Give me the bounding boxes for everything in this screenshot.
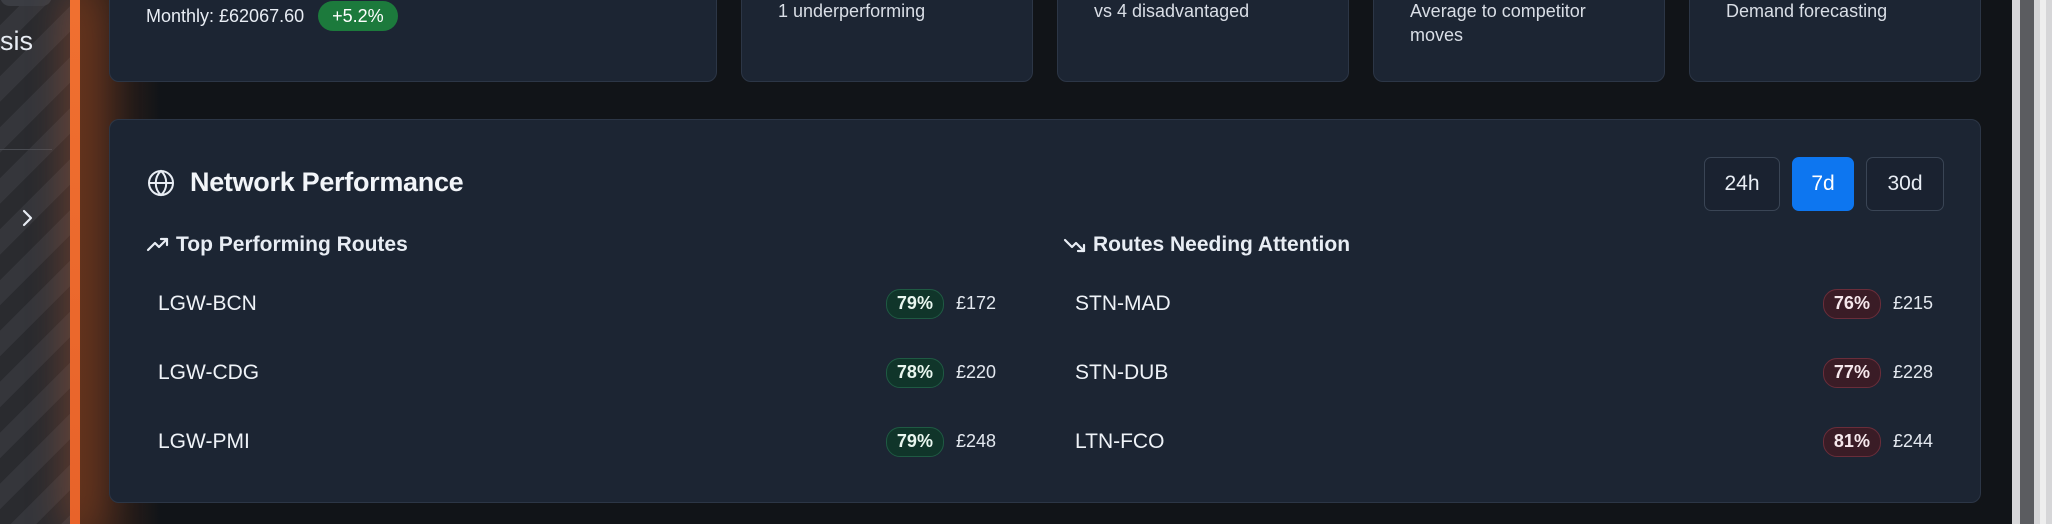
route-code: LGW-BCN	[158, 291, 257, 315]
accent-bar	[70, 0, 80, 524]
panel-header: Network Performance	[146, 167, 464, 198]
route-code: STN-MAD	[1075, 291, 1171, 315]
load-factor-badge: 78%	[885, 357, 944, 388]
load-factor-badge: 81%	[1822, 426, 1881, 457]
section-title: Top Performing Routes	[176, 233, 408, 256]
revenue-summary-card: Monthly: £62067.60 +5.2%	[109, 0, 717, 82]
range-24h-button[interactable]: 24h	[1704, 157, 1780, 211]
range-30d-button[interactable]: 30d	[1866, 157, 1944, 211]
summary-card-routes: 1 underperforming	[741, 0, 1033, 82]
sidebar: sis	[0, 0, 70, 524]
route-price: £172	[955, 293, 996, 313]
route-row[interactable]: LGW-CDG 78% £220	[146, 338, 1008, 407]
monthly-revenue: Monthly: £62067.60	[146, 5, 305, 26]
sidebar-item-label[interactable]: sis	[0, 26, 33, 57]
route-price: £228	[1892, 362, 1933, 382]
app-root: sis Monthly: £62067.60 +5.2% 1 underperf…	[0, 0, 2052, 524]
load-factor-badge: 76%	[1822, 288, 1881, 319]
globe-icon	[146, 168, 176, 198]
top-routes-header: Top Performing Routes	[146, 233, 408, 257]
route-code: LGW-CDG	[158, 360, 260, 384]
route-metrics: 81% £244	[1822, 426, 1933, 457]
summary-card-text: 1 underperforming	[778, 1, 926, 21]
route-metrics: 78% £220	[885, 357, 996, 388]
route-row[interactable]: LGW-BCN 79% £172	[146, 269, 1008, 338]
load-factor-badge: 79%	[885, 288, 944, 319]
route-price: £220	[955, 362, 996, 382]
chevron-right-icon[interactable]	[18, 206, 38, 230]
route-price: £244	[1892, 431, 1933, 451]
summary-card-text: vs 4 disadvantaged	[1094, 1, 1250, 21]
route-metrics: 76% £215	[1822, 288, 1933, 319]
trending-up-icon	[146, 235, 170, 255]
route-row[interactable]: LTN-FCO 81% £244	[1063, 407, 1945, 476]
route-price: £215	[1892, 293, 1933, 313]
route-row[interactable]: STN-DUB 77% £228	[1063, 338, 1945, 407]
section-title: Routes Needing Attention	[1093, 233, 1351, 256]
range-7d-button[interactable]: 7d	[1792, 157, 1854, 211]
load-factor-badge: 77%	[1822, 357, 1881, 388]
load-factor-badge: 79%	[885, 426, 944, 457]
route-metrics: 79% £172	[885, 288, 996, 319]
sidebar-active-item[interactable]	[0, 0, 52, 6]
scrollbar-track[interactable]	[2020, 0, 2034, 524]
attention-routes-header: Routes Needing Attention	[1063, 233, 1350, 257]
network-performance-panel: Network Performance 24h 7d 30d Top Perfo…	[109, 119, 1981, 503]
route-price: £248	[955, 431, 996, 451]
route-metrics: 77% £228	[1822, 357, 1933, 388]
route-code: LGW-PMI	[158, 429, 250, 453]
route-code: STN-DUB	[1075, 360, 1169, 384]
summary-card-competitive: vs 4 disadvantaged	[1057, 0, 1349, 82]
summary-card-competitor-moves: Average to competitor moves	[1373, 0, 1665, 82]
attention-routes-list: STN-MAD 76% £215 STN-DUB 77% £228 LTN-FC…	[1063, 269, 1945, 476]
summary-card-demand: Demand forecasting	[1689, 0, 1981, 82]
top-routes-list: LGW-BCN 79% £172 LGW-CDG 78% £220 LGW-PM…	[146, 269, 1008, 476]
route-code: LTN-FCO	[1075, 429, 1165, 453]
route-metrics: 79% £248	[885, 426, 996, 457]
summary-card-text: Average to competitor moves	[1410, 1, 1586, 45]
route-row[interactable]: LGW-PMI 79% £248	[146, 407, 1008, 476]
page-title: Network Performance	[190, 167, 464, 197]
route-row[interactable]: STN-MAD 76% £215	[1063, 269, 1945, 338]
summary-card-text: Demand forecasting	[1726, 1, 1888, 21]
monthly-delta-badge: +5.2%	[318, 1, 398, 31]
time-range-selector: 24h 7d 30d	[1704, 157, 1944, 211]
sidebar-divider	[0, 149, 52, 150]
trending-down-icon	[1063, 235, 1087, 255]
window-border	[2040, 0, 2046, 524]
